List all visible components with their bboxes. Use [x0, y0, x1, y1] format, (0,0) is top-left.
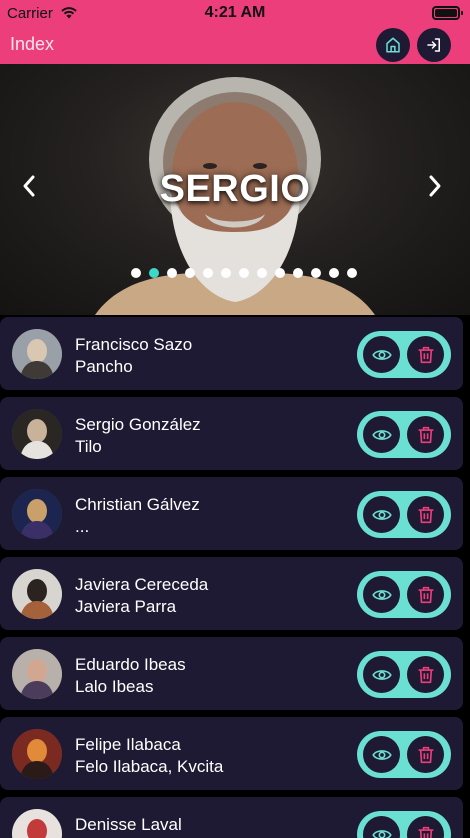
avatar [12, 409, 62, 459]
eye-icon [371, 669, 392, 680]
eye-icon [371, 349, 392, 360]
eye-icon [371, 589, 392, 600]
carousel-dot[interactable] [293, 268, 303, 278]
carousel-slide-title: SERGIO [159, 168, 311, 210]
avatar [12, 729, 62, 779]
carousel-dot[interactable] [149, 268, 159, 278]
home-icon [386, 37, 400, 53]
carousel-dot[interactable] [221, 268, 231, 278]
artist-alias: Felo Ilabaca, Kvcita [75, 757, 224, 776]
artist-card[interactable]: Felipe Ilabaca Felo Ilabaca, Kvcita [0, 717, 463, 790]
avatar [12, 569, 62, 619]
login-arrow-icon [427, 38, 440, 52]
artist-name: Felipe Ilabaca [75, 735, 181, 754]
carousel-dot[interactable] [203, 268, 213, 278]
artist-card[interactable]: Denisse Laval [0, 797, 463, 838]
artist-actions [357, 731, 451, 778]
carousel-next-button[interactable] [425, 172, 445, 200]
avatar [12, 649, 62, 699]
artist-alias: Lalo Ibeas [75, 677, 154, 696]
artist-list: Francisco Sazo Pancho Sergio González Tilo C… [0, 315, 470, 838]
artist-actions [357, 491, 451, 538]
carousel-pagination [131, 268, 357, 278]
delete-button[interactable] [407, 736, 444, 773]
chevron-right-icon [429, 175, 441, 197]
artist-actions [357, 411, 451, 458]
artist-name: Christian Gálvez [75, 495, 200, 514]
carousel-dot[interactable] [311, 268, 321, 278]
artist-alias: ... [75, 517, 90, 536]
artist-alias: Tilo [75, 437, 102, 456]
carousel-dot[interactable] [257, 268, 267, 278]
carousel-dot[interactable] [347, 268, 357, 278]
artist-card[interactable]: Sergio González Tilo [0, 397, 463, 470]
carousel-dot[interactable] [185, 268, 195, 278]
eye-icon [371, 829, 392, 838]
artist-actions [357, 811, 451, 838]
artist-alias: Pancho [75, 357, 133, 376]
delete-button[interactable] [407, 656, 444, 693]
login-button[interactable] [417, 28, 451, 62]
carousel-dot[interactable] [275, 268, 285, 278]
artist-actions [357, 331, 451, 378]
carousel-dot[interactable] [131, 268, 141, 278]
artist-name: Eduardo Ibeas [75, 655, 186, 674]
battery-icon [432, 6, 463, 20]
delete-button[interactable] [407, 816, 444, 838]
carousel-prev-button[interactable] [19, 172, 39, 200]
page-title: Index [10, 34, 55, 54]
artist-alias: Javiera Parra [75, 597, 177, 616]
artist-card[interactable]: Javiera Cereceda Javiera Parra [0, 557, 463, 630]
delete-button[interactable] [407, 496, 444, 533]
artist-carousel[interactable]: SERGIO [0, 64, 470, 315]
avatar [12, 809, 62, 838]
trash-icon [418, 666, 433, 683]
status-time: 4:21 AM [204, 4, 266, 21]
trash-icon [418, 746, 433, 763]
view-button[interactable] [363, 336, 400, 373]
eye-icon [371, 429, 392, 440]
carousel-dot[interactable] [239, 268, 249, 278]
app-header: Index [0, 27, 470, 64]
view-button[interactable] [363, 816, 400, 838]
trash-icon [418, 426, 433, 443]
artist-actions [357, 651, 451, 698]
artist-name: Denisse Laval [75, 815, 182, 834]
artist-name: Francisco Sazo [75, 335, 193, 354]
view-button[interactable] [363, 656, 400, 693]
eye-icon [371, 509, 392, 520]
artist-name: Javiera Cereceda [75, 575, 209, 594]
view-button[interactable] [363, 576, 400, 613]
status-bar: Carrier 4:21 AM [0, 0, 470, 27]
eye-icon [371, 749, 392, 760]
trash-icon [418, 826, 433, 838]
artist-actions [357, 571, 451, 618]
artist-card[interactable]: Eduardo Ibeas Lalo Ibeas [0, 637, 463, 710]
carousel-dot[interactable] [329, 268, 339, 278]
delete-button[interactable] [407, 576, 444, 613]
artist-card[interactable]: Christian Gálvez... [0, 477, 463, 550]
artist-card[interactable]: Francisco Sazo Pancho [0, 317, 463, 390]
chevron-left-icon [23, 175, 35, 197]
delete-button[interactable] [407, 336, 444, 373]
avatar [12, 329, 62, 379]
artist-name: Sergio González [75, 415, 201, 434]
trash-icon [418, 346, 433, 363]
view-button[interactable] [363, 416, 400, 453]
carousel-dot[interactable] [167, 268, 177, 278]
trash-icon [418, 506, 433, 523]
view-button[interactable] [363, 496, 400, 533]
view-button[interactable] [363, 736, 400, 773]
delete-button[interactable] [407, 416, 444, 453]
avatar [12, 489, 62, 539]
trash-icon [418, 586, 433, 603]
home-button[interactable] [376, 28, 410, 62]
